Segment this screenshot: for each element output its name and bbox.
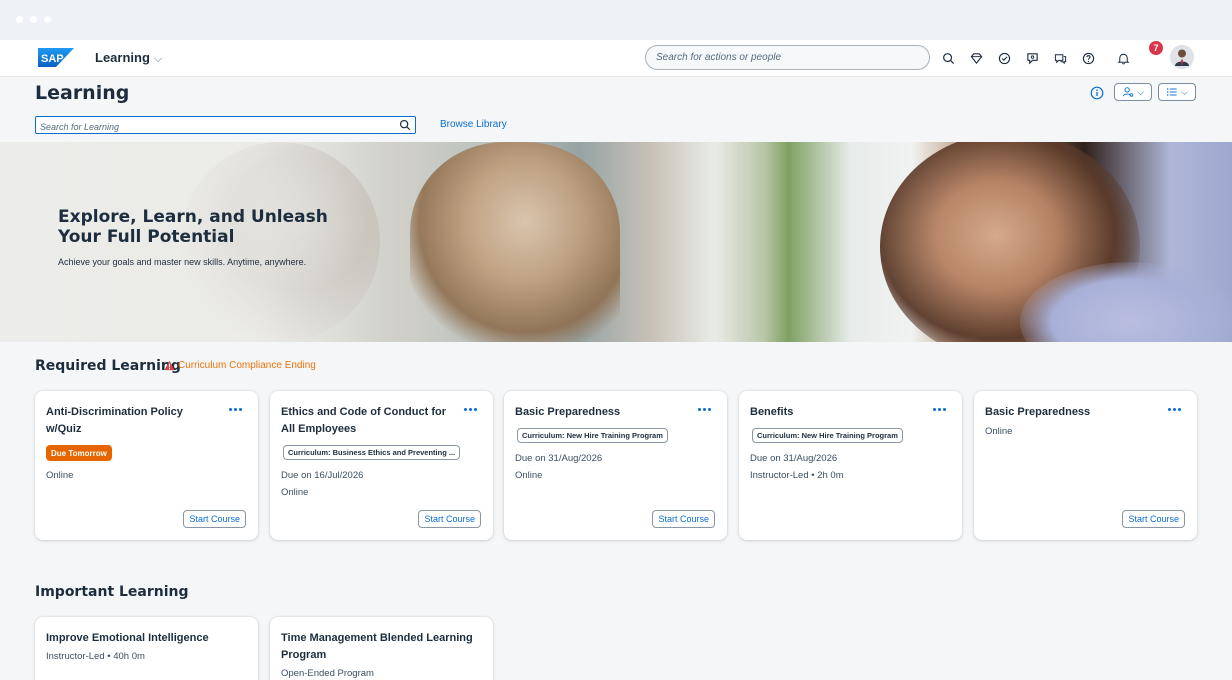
- chevron-down-icon: ⌵: [153, 53, 163, 65]
- course-title: Time Management Blended Learning Program: [281, 632, 473, 661]
- notification-count-badge: 7: [1149, 41, 1163, 55]
- course-card[interactable]: Ethics and Code of Conduct for All Emplo…: [270, 391, 493, 540]
- hero-image-figure: [410, 142, 620, 342]
- search-icon[interactable]: [399, 119, 411, 131]
- compliance-warning[interactable]: Curriculum Compliance Ending: [164, 360, 316, 371]
- joule-diamond-icon[interactable]: [965, 47, 987, 69]
- compliance-warning-label: Curriculum Compliance Ending: [178, 360, 316, 371]
- hero-subtitle: Achieve your goals and master new skills…: [58, 257, 307, 267]
- delivery-method: Online: [515, 470, 543, 481]
- start-course-button[interactable]: Start Course: [652, 510, 715, 528]
- course-card[interactable]: Time Management Blended Learning Program…: [270, 617, 493, 680]
- course-title: Improve Emotional Intelligence: [46, 632, 209, 644]
- important-learning-title: Important Learning: [35, 584, 189, 600]
- page-title: Learning: [35, 82, 130, 104]
- help-icon[interactable]: [1077, 47, 1099, 69]
- start-course-button[interactable]: Start Course: [418, 510, 481, 528]
- user-avatar[interactable]: [1170, 45, 1194, 69]
- delivery-method: Instructor-Led • 2h 0m: [750, 470, 844, 481]
- window-chrome: [0, 0, 1232, 40]
- course-card[interactable]: Benefits Curriculum: New Hire Training P…: [739, 391, 962, 540]
- chevron-down-icon: ⌵: [1137, 86, 1144, 97]
- course-card[interactable]: Basic Preparedness Curriculum: New Hire …: [504, 391, 727, 540]
- warning-icon: [164, 360, 175, 371]
- info-icon[interactable]: [1090, 86, 1104, 100]
- course-card[interactable]: Improve Emotional Intelligence Instructo…: [35, 617, 258, 680]
- required-learning-title: Required Learning: [35, 358, 181, 374]
- due-date: Due on 16/Jul/2026: [281, 470, 364, 481]
- delivery-method: Online: [985, 426, 1013, 437]
- shell-search: [645, 45, 930, 70]
- chevron-down-icon: ⌵: [1181, 86, 1188, 97]
- shell-bar: SAP Learning⌵ 7: [0, 40, 1232, 77]
- start-course-button[interactable]: Start Course: [1122, 510, 1185, 528]
- notifications-bell-icon[interactable]: [1112, 47, 1134, 69]
- curriculum-tag: Curriculum: New Hire Training Program: [517, 428, 668, 443]
- more-options-icon[interactable]: [228, 404, 244, 414]
- learning-search-input[interactable]: [36, 119, 415, 135]
- delivery-method: Online: [46, 470, 74, 481]
- curriculum-tag: Curriculum: New Hire Training Program: [752, 428, 903, 443]
- delivery-method: Online: [281, 487, 309, 498]
- course-card[interactable]: Anti-Discrimination Policy w/Quiz Due To…: [35, 391, 258, 540]
- search-icon[interactable]: [937, 47, 959, 69]
- user-avatar-image: [1170, 45, 1194, 69]
- delivery-method: Open-Ended Program: [281, 668, 374, 679]
- due-date: Due on 31/Aug/2026: [515, 453, 603, 464]
- shell-search-input[interactable]: [646, 46, 929, 69]
- course-title: Ethics and Code of Conduct for All Emplo…: [281, 406, 446, 435]
- feedback-icon[interactable]: [1021, 47, 1043, 69]
- more-options-icon[interactable]: [697, 404, 713, 414]
- browse-library-link[interactable]: Browse Library: [440, 119, 507, 130]
- course-title: Basic Preparedness: [515, 406, 621, 418]
- due-date: Due on 31/Aug/2026: [750, 453, 838, 464]
- list-view-menu-button[interactable]: ⌵: [1158, 83, 1196, 101]
- learning-search: [35, 116, 416, 135]
- window-minimize-control[interactable]: [30, 16, 37, 23]
- hero-title: Explore, Learn, and Unleash Your Full Po…: [58, 207, 328, 247]
- more-options-icon[interactable]: [463, 404, 479, 414]
- delivery-method: Instructor-Led • 40h 0m: [46, 651, 145, 662]
- svg-text:SAP: SAP: [41, 53, 64, 65]
- user-view-menu-button[interactable]: ⌵: [1114, 83, 1152, 101]
- course-title: Basic Preparedness: [985, 406, 1091, 418]
- approvals-check-icon[interactable]: [993, 47, 1015, 69]
- messages-icon[interactable]: [1049, 47, 1071, 69]
- app-title-menu[interactable]: Learning ⌵: [95, 50, 162, 66]
- curriculum-tag: Curriculum: Business Ethics and Preventi…: [283, 445, 461, 460]
- sap-logo[interactable]: SAP: [38, 48, 74, 67]
- more-options-icon[interactable]: [1167, 404, 1183, 414]
- list-icon: [1167, 88, 1177, 96]
- due-badge: Due Tomorrow: [46, 445, 112, 461]
- course-card[interactable]: Basic Preparedness Online Start Course: [974, 391, 1197, 540]
- window-maximize-control[interactable]: [44, 16, 51, 23]
- window-close-control[interactable]: [16, 16, 23, 23]
- more-options-icon[interactable]: [932, 404, 948, 414]
- app-title-label: Learning: [95, 50, 150, 65]
- course-title: Benefits: [750, 406, 794, 418]
- user-settings-icon: [1122, 87, 1134, 97]
- course-title: Anti-Discrimination Policy w/Quiz: [46, 406, 183, 435]
- start-course-button[interactable]: Start Course: [183, 510, 246, 528]
